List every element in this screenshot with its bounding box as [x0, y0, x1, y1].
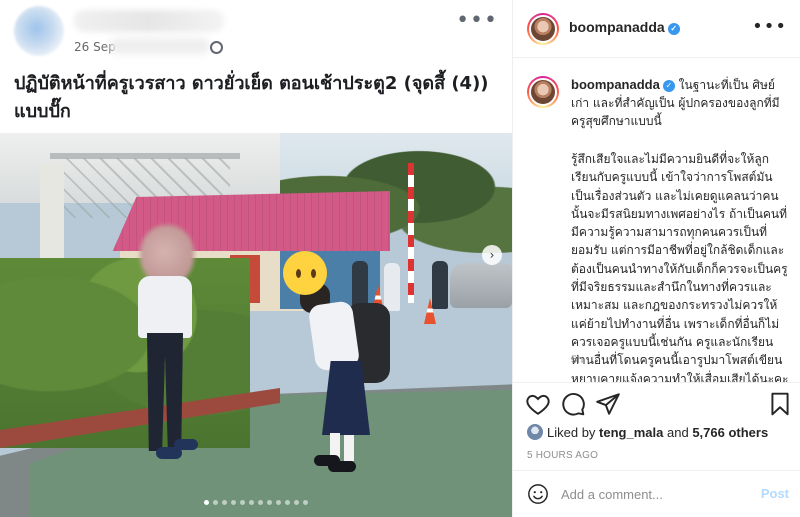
- man-shirt: [138, 276, 192, 338]
- emoji-icon[interactable]: [527, 483, 549, 505]
- carousel-dot: [240, 500, 245, 505]
- ig-caption-body: รู้สึกเสียใจและไม่มีความยินดีที่จะให้ลูก…: [571, 152, 789, 386]
- ig-header: boompanadda ✓ •••: [513, 0, 800, 58]
- likes-summary[interactable]: Liked by teng_mala and 5,766 others: [527, 424, 768, 440]
- carousel-dots: [0, 500, 512, 505]
- carousel-dot: [249, 500, 254, 505]
- instagram-panel: boompanadda ✓ ••• boompanadda ✓ ในฐานะที่เ…: [512, 0, 800, 517]
- ig-caption: boompanadda ✓ ในฐานะที่เป็น ศิษย์เก่า และ…: [527, 76, 791, 386]
- bookmark-icon[interactable]: [767, 391, 793, 417]
- post-button[interactable]: Post: [761, 486, 789, 501]
- sock: [344, 435, 354, 461]
- ig-caption-username[interactable]: boompanadda: [571, 77, 660, 92]
- carousel-dot: [267, 500, 272, 505]
- post-timestamp: 5 HOURS AGO: [527, 450, 599, 461]
- likes-count[interactable]: 5,766 others: [692, 425, 768, 440]
- facebook-caption: ปฏิบัติหน้าที่ครูเวรสาว ดาวยั่วเย็ด ตอนเ…: [14, 70, 504, 126]
- liker-avatar: [527, 424, 543, 440]
- carousel-dot: [204, 500, 209, 505]
- avatar[interactable]: [527, 13, 559, 45]
- facebook-post-header: 26 Sep •••: [0, 0, 512, 62]
- shoe: [328, 461, 356, 472]
- carousel-dot: [303, 500, 308, 505]
- carousel-dot: [294, 500, 299, 505]
- verified-badge-icon: ✓: [662, 80, 675, 92]
- shoe: [174, 439, 198, 450]
- comment-icon[interactable]: [560, 391, 586, 417]
- blurred-avatar: [14, 6, 64, 56]
- background-person: [432, 261, 448, 309]
- ig-header-username[interactable]: boompanadda ✓: [569, 19, 680, 35]
- school-gate-photo: ›: [0, 133, 512, 517]
- emoji-eye: [311, 269, 316, 278]
- more-options-icon: •••: [456, 8, 498, 33]
- background-person: [352, 261, 368, 309]
- emoji-face-cover-icon: [283, 251, 327, 295]
- carousel-dot: [213, 500, 218, 505]
- blurred-date-detail: [110, 38, 210, 54]
- liker-username[interactable]: teng_mala: [599, 425, 663, 440]
- avatar[interactable]: [527, 76, 559, 108]
- gate-barrier: [408, 163, 414, 303]
- roof-stripes: [112, 191, 390, 251]
- carousel-dot: [276, 500, 281, 505]
- blurred-author-name: [74, 10, 224, 32]
- carousel-next-icon[interactable]: ›: [482, 245, 502, 265]
- heart-icon[interactable]: [525, 391, 551, 417]
- carousel-dot: [258, 500, 263, 505]
- carousel-dot: [222, 500, 227, 505]
- caption-line: แบบปั๊ก: [14, 101, 71, 122]
- caption-line: ปฏิบัติหน้าที่ครูเวรสาว ดาวยั่วเย็ด ตอนเ…: [14, 73, 489, 94]
- ig-caption-lead: boompanadda ✓ ในฐานะที่เป็น ศิษย์เก่า และ…: [571, 76, 791, 130]
- comment-input[interactable]: [561, 484, 751, 504]
- parked-car: [450, 263, 512, 308]
- carousel-dot: [231, 500, 236, 505]
- facebook-post-image: 26 Sep ••• ปฏิบัติหน้าที่ครูเวรสาว ดาวยั…: [0, 0, 512, 517]
- more-options-icon[interactable]: •••: [752, 16, 787, 37]
- add-comment-bar: Post: [513, 470, 800, 517]
- ig-action-bar: [513, 382, 800, 426]
- emoji-eye: [296, 269, 301, 278]
- background-person: [384, 263, 400, 311]
- carousel-dot: [285, 500, 290, 505]
- comment-time[interactable]: 5h: [571, 354, 583, 366]
- share-icon[interactable]: [595, 391, 621, 417]
- globe-icon: [210, 41, 223, 54]
- verified-badge-icon: ✓: [667, 23, 680, 35]
